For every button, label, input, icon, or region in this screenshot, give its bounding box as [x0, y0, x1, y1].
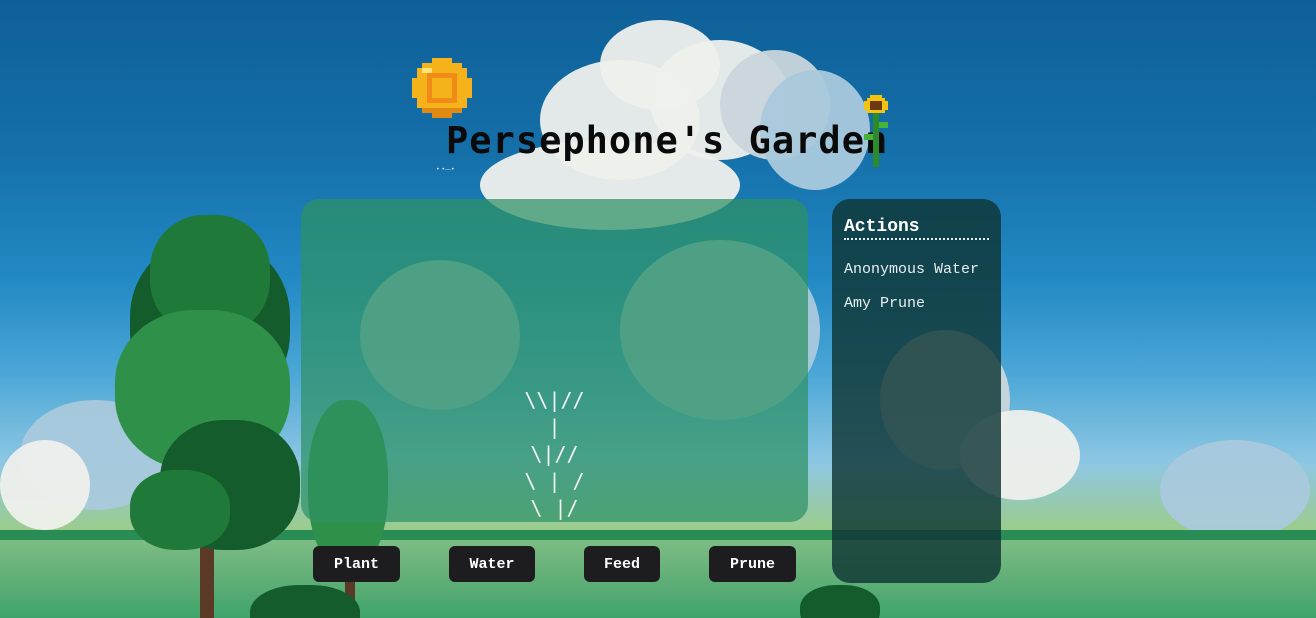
action-entry: Amy Prune: [844, 295, 926, 312]
action-entry: Anonymous Water: [844, 261, 980, 278]
plant-ascii-art: \\|// | \|// \ | / \ |/: [524, 388, 585, 520]
sunflower-icon: [864, 95, 888, 167]
page-title: Persephone's Garden: [446, 118, 889, 162]
actions-panel: Actions Anonymous Water Amy Prune: [832, 199, 1001, 583]
garden-panel: \\|// | \|// \ | / \ |/: [301, 199, 808, 522]
subtitle-text: • •—•: [436, 166, 455, 173]
water-button[interactable]: Water: [449, 546, 535, 582]
plant-button[interactable]: Plant: [313, 546, 400, 582]
prune-button[interactable]: Prune: [709, 546, 796, 582]
feed-button[interactable]: Feed: [584, 546, 660, 582]
actions-heading: Actions: [844, 217, 989, 240]
title-bar: Persephone's Garden: [446, 116, 888, 164]
sun-icon: [412, 58, 472, 118]
